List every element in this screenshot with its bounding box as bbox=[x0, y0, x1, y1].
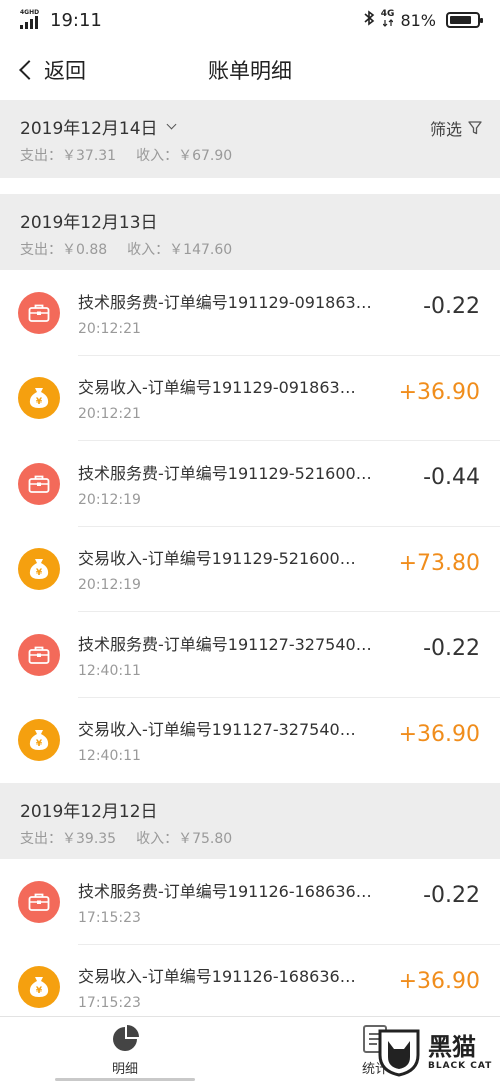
network-tag: 4GHD bbox=[20, 9, 40, 16]
transaction-row[interactable]: ¥ 交易收入-订单编号191127-327540… 12:40:11 +36.90 bbox=[0, 698, 500, 784]
day-summary: 支出：￥37.31 收入：￥67.90 bbox=[20, 145, 480, 165]
transaction-time: 20:12:21 bbox=[78, 406, 141, 423]
transaction-amount: -0.22 bbox=[423, 883, 480, 908]
tab-label: 明细 bbox=[111, 1061, 138, 1077]
day-summary: 支出：￥39.35 收入：￥75.80 bbox=[20, 828, 480, 848]
day-date-label: 2019年12月13日 bbox=[20, 213, 158, 233]
svg-text:¥: ¥ bbox=[36, 397, 43, 407]
tab-details[interactable]: 明细 bbox=[0, 1017, 250, 1083]
battery-icon bbox=[446, 12, 483, 28]
transaction-amount: -0.44 bbox=[423, 465, 480, 490]
watermark-sub: BLACK CAT bbox=[428, 1061, 493, 1071]
chevron-down-icon bbox=[166, 119, 176, 130]
bluetooth-icon bbox=[363, 10, 375, 30]
filter-label: 筛选 bbox=[429, 120, 462, 139]
bill-list[interactable]: 2019年12月14日 支出：￥37.31 收入：￥67.90 筛选 2019年… bbox=[0, 100, 500, 1016]
day-expense: 支出：￥0.88 bbox=[20, 242, 108, 258]
transaction-time: 12:40:11 bbox=[78, 748, 141, 765]
toolbox-icon bbox=[18, 291, 60, 334]
transaction-row[interactable]: 技术服务费-订单编号191129-091863… 20:12:21 -0.22 bbox=[0, 270, 500, 356]
day-income: 收入：￥147.60 bbox=[127, 242, 233, 258]
back-label: 返回 bbox=[44, 59, 86, 83]
day-date: 2019年12月13日 bbox=[20, 208, 480, 233]
day-income: 收入：￥75.80 bbox=[136, 831, 233, 847]
network-type-label: 4G bbox=[380, 9, 395, 19]
transaction-row[interactable]: ¥ 交易收入-订单编号191129-091863… 20:12:21 +36.90 bbox=[0, 356, 500, 442]
watermark-text: 黑猫 BLACK CAT bbox=[428, 1033, 492, 1071]
svg-text:¥: ¥ bbox=[36, 986, 43, 996]
day-expense: 支出：￥37.31 bbox=[20, 148, 117, 164]
transaction-title: 交易收入-订单编号191127-327540… bbox=[78, 720, 356, 740]
transaction-title: 技术服务费-订单编号191129-091863… bbox=[78, 292, 372, 312]
black-cat-logo-icon bbox=[378, 1029, 420, 1077]
tab-indicator bbox=[55, 1078, 195, 1081]
back-button[interactable]: 返回 bbox=[18, 40, 86, 100]
transaction-amount: +36.90 bbox=[398, 379, 480, 405]
toolbox-icon bbox=[18, 462, 60, 505]
transaction-amount: +73.80 bbox=[398, 550, 480, 576]
day-date: 2019年12月14日 bbox=[20, 114, 480, 139]
toolbox-icon bbox=[18, 880, 60, 923]
transaction-time: 17:15:23 bbox=[78, 995, 141, 1012]
day-header: 2019年12月13日 支出：￥0.88 收入：￥147.60 bbox=[0, 194, 500, 270]
filter-icon bbox=[468, 121, 482, 135]
toolbox-icon bbox=[18, 633, 60, 676]
transaction-time: 20:12:19 bbox=[78, 491, 141, 508]
transaction-row[interactable]: ¥ 交易收入-订单编号191126-168636… 17:15:23 +36.90 bbox=[0, 945, 500, 1017]
transaction-row[interactable]: 技术服务费-订单编号191129-521600… 20:12:19 -0.44 bbox=[0, 441, 500, 527]
transaction-title: 技术服务费-订单编号191129-521600… bbox=[78, 463, 372, 483]
watermark: 黑猫 BLACK CAT bbox=[374, 1024, 494, 1080]
day-date: 2019年12月12日 bbox=[20, 797, 480, 822]
transaction-title: 技术服务费-订单编号191127-327540… bbox=[78, 634, 372, 654]
day-header: 2019年12月12日 支出：￥39.35 收入：￥75.80 bbox=[0, 783, 500, 859]
filter-button[interactable]: 筛选 bbox=[430, 116, 482, 140]
day-date-label: 2019年12月14日 bbox=[20, 119, 158, 139]
transaction-time: 20:12:21 bbox=[78, 320, 141, 337]
transaction-amount: +36.90 bbox=[398, 968, 480, 994]
money-bag-icon: ¥ bbox=[18, 719, 60, 762]
money-bag-icon: ¥ bbox=[18, 548, 60, 591]
status-bar: 4GHD 19:11 4G 81% bbox=[0, 0, 500, 40]
day-expense: 支出：￥39.35 bbox=[20, 831, 117, 847]
money-bag-icon: ¥ bbox=[18, 966, 60, 1009]
transaction-title: 交易收入-订单编号191129-521600… bbox=[78, 549, 356, 569]
network-type-icon: 4G bbox=[380, 9, 395, 30]
transaction-title: 交易收入-订单编号191126-168636… bbox=[78, 967, 356, 987]
transaction-row[interactable]: 技术服务费-订单编号191126-168636… 17:15:23 -0.22 bbox=[0, 859, 500, 945]
status-time: 19:11 bbox=[50, 9, 102, 31]
watermark-main: 黑猫 bbox=[428, 1033, 476, 1061]
day-income: 收入：￥67.90 bbox=[136, 148, 233, 164]
transaction-time: 20:12:19 bbox=[78, 577, 141, 594]
page-title: 账单明细 bbox=[208, 59, 292, 83]
svg-text:¥: ¥ bbox=[36, 568, 43, 578]
transaction-title: 交易收入-订单编号191129-091863… bbox=[78, 378, 356, 398]
battery-percent: 81% bbox=[400, 10, 436, 30]
pie-chart-icon bbox=[113, 1024, 139, 1051]
transaction-amount: -0.22 bbox=[423, 636, 480, 661]
transaction-time: 12:40:11 bbox=[78, 662, 141, 679]
day-date-label: 2019年12月12日 bbox=[20, 802, 158, 822]
transaction-row[interactable]: 技术服务费-订单编号191127-327540… 12:40:11 -0.22 bbox=[0, 612, 500, 698]
money-bag-icon: ¥ bbox=[18, 377, 60, 420]
signal-icon: 4GHD bbox=[20, 9, 42, 31]
svg-text:¥: ¥ bbox=[36, 739, 43, 749]
status-right: 4G 81% bbox=[363, 9, 483, 30]
day-header[interactable]: 2019年12月14日 支出：￥37.31 收入：￥67.90 筛选 bbox=[0, 100, 500, 178]
day-summary: 支出：￥0.88 收入：￥147.60 bbox=[20, 239, 480, 259]
transaction-time: 17:15:23 bbox=[78, 909, 141, 926]
transaction-amount: +36.90 bbox=[398, 721, 480, 747]
back-chevron-icon bbox=[19, 60, 39, 80]
battery-level-fill bbox=[450, 16, 472, 24]
section-gap bbox=[0, 178, 500, 194]
transaction-row[interactable]: ¥ 交易收入-订单编号191129-521600… 20:12:19 +73.80 bbox=[0, 527, 500, 613]
nav-bar: 返回 账单明细 bbox=[0, 40, 500, 100]
transaction-title: 技术服务费-订单编号191126-168636… bbox=[78, 881, 372, 901]
transaction-amount: -0.22 bbox=[423, 294, 480, 319]
